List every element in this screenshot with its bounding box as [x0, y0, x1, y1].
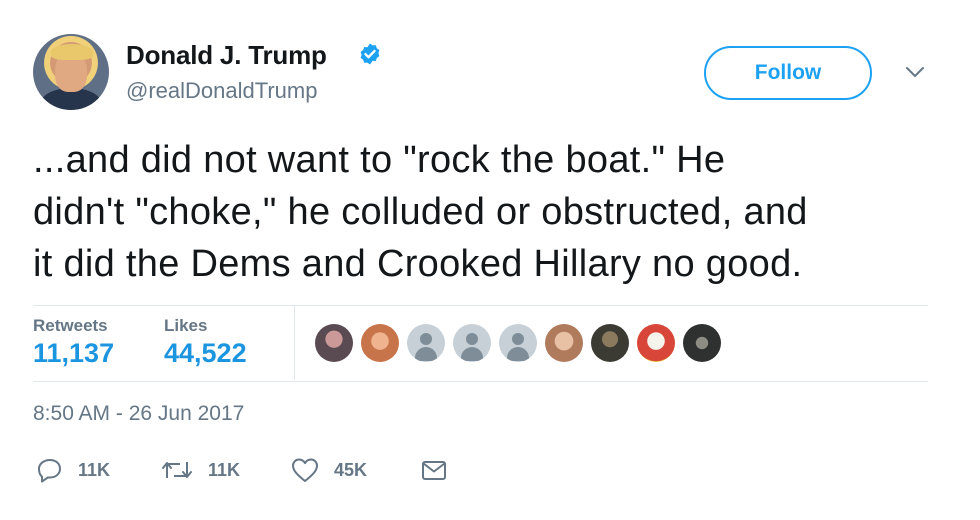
default-avatar-icon[interactable]	[407, 324, 445, 362]
retweet-icon[interactable]	[160, 456, 194, 484]
reply-count: 11K	[78, 459, 111, 480]
follow-button[interactable]: Follow	[704, 46, 872, 100]
envelope-icon[interactable]	[420, 456, 448, 484]
liker-avatar[interactable]	[637, 324, 675, 362]
profile-avatar[interactable]	[33, 34, 109, 110]
liker-avatars	[315, 324, 721, 362]
stats-divider	[294, 306, 295, 380]
author-name[interactable]: Donald J. Trump	[126, 40, 327, 71]
default-avatar-icon[interactable]	[499, 324, 537, 362]
likes-label[interactable]: Likes	[164, 316, 207, 336]
default-avatar-icon[interactable]	[453, 324, 491, 362]
reply-action[interactable]: 11K	[36, 456, 110, 484]
avatar-hair	[51, 44, 93, 60]
retweet-action[interactable]: 11K	[160, 456, 240, 484]
divider-top	[33, 305, 928, 306]
like-count: 45K	[334, 459, 368, 480]
retweets-label[interactable]: Retweets	[33, 316, 108, 336]
chevron-down-icon[interactable]	[904, 64, 926, 80]
like-action[interactable]: 45K	[290, 456, 367, 484]
retweet-count: 11K	[208, 459, 241, 480]
author-handle[interactable]: @realDonaldTrump	[126, 78, 317, 104]
liker-avatar[interactable]	[361, 324, 399, 362]
divider-bottom	[33, 381, 928, 382]
tweet-timestamp[interactable]: 8:50 AM - 26 Jun 2017	[33, 402, 244, 426]
heart-icon[interactable]	[290, 456, 320, 484]
direct-message-action[interactable]	[420, 456, 448, 484]
liker-avatar[interactable]	[315, 324, 353, 362]
retweets-count[interactable]: 11,137	[33, 338, 114, 369]
liker-avatar[interactable]	[683, 324, 721, 362]
likes-count[interactable]: 44,522	[164, 338, 247, 369]
verified-badge-icon	[358, 42, 382, 66]
liker-avatar[interactable]	[591, 324, 629, 362]
tweet-text: ...and did not want to "rock the boat." …	[33, 139, 808, 285]
liker-avatar[interactable]	[545, 324, 583, 362]
reply-icon[interactable]	[36, 456, 64, 484]
